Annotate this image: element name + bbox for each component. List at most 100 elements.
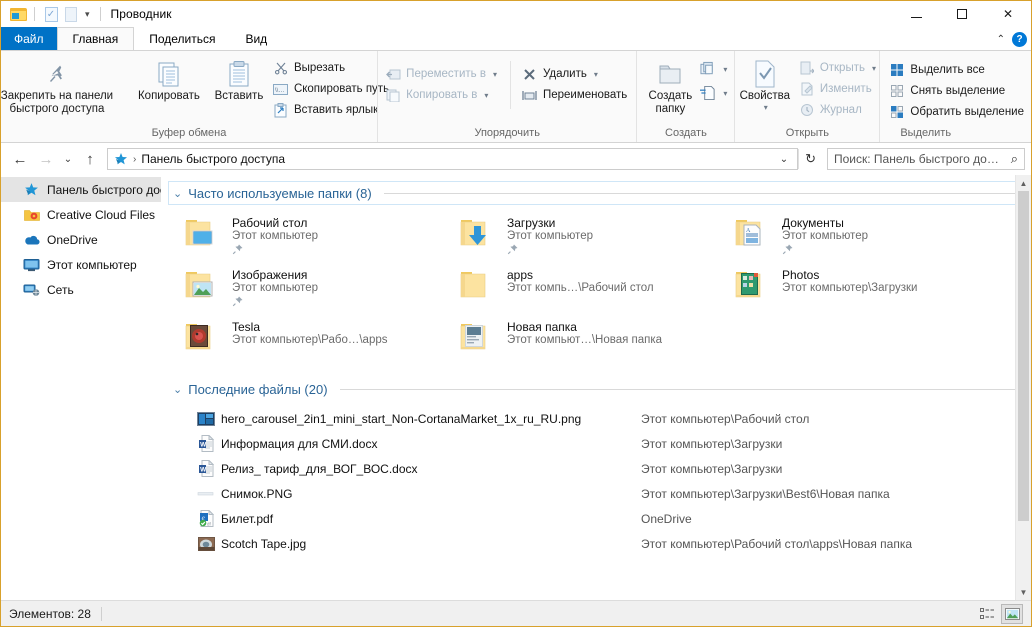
- minimize-icon[interactable]: [893, 1, 939, 27]
- open-group-label: Открыть: [786, 127, 829, 142]
- sidebar-item-this-pc[interactable]: Этот компьютер: [1, 252, 161, 277]
- details-view-button[interactable]: [976, 604, 998, 624]
- large-icons-view-button[interactable]: [1001, 604, 1023, 624]
- file-row[interactable]: Scotch Tape.jpg Этот компьютер\Рабочий с…: [191, 531, 1031, 556]
- file-path: OneDrive: [641, 512, 692, 526]
- breadcrumb[interactable]: Панель быстрого доступа: [141, 152, 285, 166]
- folder-tile[interactable]: Photos Этот компьютер\Загрузки: [729, 262, 1031, 314]
- chevron-down-icon[interactable]: ▾: [493, 70, 497, 79]
- sidebar-item-label: Этот компьютер: [47, 258, 137, 272]
- chevron-up-icon[interactable]: ⌃: [997, 34, 1005, 45]
- chevron-down-icon[interactable]: ⌄: [773, 154, 795, 165]
- folder-tile[interactable]: apps Этот компь…\Рабочий стол: [454, 262, 729, 314]
- file-row[interactable]: W Релиз_ тариф_для_ВОГ_ВОС.docx Этот ком…: [191, 456, 1031, 481]
- scroll-down-arrow-icon[interactable]: ▼: [1016, 584, 1032, 600]
- rename-button[interactable]: Переименовать: [519, 85, 632, 105]
- tab-home[interactable]: Главная: [57, 27, 135, 50]
- address-bar[interactable]: › Панель быстрого доступа ⌄: [107, 148, 798, 170]
- recent-files-header[interactable]: ⌄ Последние файлы (20): [169, 378, 1017, 400]
- chevron-down-icon[interactable]: ⌄: [173, 187, 182, 200]
- sidebar-item-network[interactable]: Сеть: [1, 277, 161, 302]
- paste-shortcut-button[interactable]: Вставить ярлык: [270, 100, 394, 120]
- tab-view[interactable]: Вид: [230, 27, 282, 50]
- folder-desktop-icon: [183, 215, 223, 249]
- paste-label: Вставить: [215, 90, 264, 103]
- invert-selection-button[interactable]: Обратить выделение: [886, 102, 1029, 122]
- copy-path-button[interactable]: \\… Скопировать путь: [270, 79, 394, 99]
- pin-label-1: Закрепить на панели: [1, 90, 113, 103]
- scrollbar-track[interactable]: [1016, 191, 1031, 584]
- file-explorer-icon[interactable]: [8, 4, 28, 24]
- png-file-icon: [191, 488, 221, 500]
- chevron-down-icon[interactable]: ▾: [484, 91, 488, 100]
- quick-access-toolbar: ✓ ▾ Проводник: [1, 4, 172, 24]
- tab-share[interactable]: Поделиться: [134, 27, 230, 50]
- search-input[interactable]: Поиск: Панель быстрого до… ⌕: [827, 148, 1025, 170]
- scroll-up-arrow-icon[interactable]: ▲: [1016, 175, 1032, 191]
- new-item-button[interactable]: ▾: [698, 84, 729, 102]
- cut-button[interactable]: Вырезать: [270, 58, 394, 78]
- copy-button[interactable]: Копировать: [130, 55, 208, 103]
- paste-button[interactable]: Вставить: [208, 55, 270, 103]
- file-row[interactable]: W Информация для СМИ.docx Этот компьютер…: [191, 431, 1031, 456]
- vertical-scrollbar[interactable]: ▲ ▼: [1015, 175, 1031, 600]
- file-row[interactable]: Снимок.PNG Этот компьютер\Загрузки\Best6…: [191, 481, 1031, 506]
- pin-label-2: быстрого доступа: [10, 103, 105, 116]
- folder-pictures-icon: [183, 267, 223, 301]
- chevron-down-icon[interactable]: ▾: [594, 70, 598, 79]
- sidebar-item-creative-cloud[interactable]: Creative Cloud Files: [1, 202, 161, 227]
- tab-file[interactable]: Файл: [1, 27, 57, 50]
- properties-button[interactable]: Свойства ▾: [734, 55, 796, 112]
- edit-button[interactable]: Изменить: [796, 79, 881, 99]
- chevron-down-icon[interactable]: ▾: [723, 89, 727, 98]
- select-none-button[interactable]: Снять выделение: [886, 81, 1029, 101]
- folder-tile[interactable]: Рабочий стол Этот компьютер: [179, 210, 454, 262]
- qat-divider-2: [100, 7, 101, 21]
- back-arrow-icon[interactable]: ←: [7, 146, 33, 172]
- search-icon[interactable]: ⌕: [1011, 151, 1018, 167]
- scrollbar-thumb[interactable]: [1018, 191, 1029, 521]
- properties-icon: [752, 58, 778, 90]
- refresh-icon[interactable]: ↻: [798, 149, 822, 169]
- chevron-down-icon[interactable]: ▾: [872, 64, 876, 73]
- chevron-down-icon[interactable]: ▾: [723, 65, 727, 74]
- file-row[interactable]: hero_carousel_2in1_mini_start_Non-Cortan…: [191, 406, 1031, 431]
- frequent-folders-header[interactable]: ⌄ Часто используемые папки (8): [169, 182, 1017, 204]
- new-folder-icon[interactable]: [61, 4, 81, 24]
- delete-button[interactable]: Удалить ▾: [519, 64, 632, 84]
- chevron-down-icon[interactable]: ⌄: [173, 383, 182, 396]
- folder-tile[interactable]: Загрузки Этот компьютер: [454, 210, 729, 262]
- chevron-down-icon[interactable]: ▾: [81, 9, 94, 20]
- history-button[interactable]: Журнал: [796, 100, 881, 120]
- file-name: Релиз_ тариф_для_ВОГ_ВОС.docx: [221, 462, 641, 476]
- maximize-icon[interactable]: [939, 1, 985, 27]
- chevron-down-icon[interactable]: ▾: [764, 103, 768, 112]
- easy-access-button[interactable]: ▾: [698, 60, 729, 78]
- folder-tile[interactable]: Изображения Этот компьютер: [179, 262, 454, 314]
- select-all-button[interactable]: Выделить все: [886, 60, 1029, 80]
- sidebar-item-quick-access[interactable]: Панель быстрого дост: [1, 177, 161, 202]
- pin-to-quick-access-button[interactable]: Закрепить на панели быстрого доступа: [0, 55, 130, 116]
- sidebar-item-onedrive[interactable]: OneDrive: [1, 227, 161, 252]
- qat-divider: [34, 7, 35, 21]
- help-icon[interactable]: ?: [1012, 32, 1027, 47]
- folder-tile[interactable]: Новая папка Этот компьют…\Новая папка: [454, 314, 729, 366]
- open-button[interactable]: Открыть ▾: [796, 58, 881, 78]
- copy-to-button[interactable]: Копировать в ▾: [382, 85, 502, 105]
- up-arrow-icon[interactable]: ↑: [77, 146, 103, 172]
- close-icon[interactable]: ✕: [985, 1, 1031, 27]
- forward-arrow-icon[interactable]: →: [33, 146, 59, 172]
- move-to-button[interactable]: Переместить в ▾: [382, 64, 502, 84]
- file-row[interactable]: e df Билет.pdf OneDrive: [191, 506, 1031, 531]
- ribbon-group-new: Создать папку ▾: [636, 51, 734, 142]
- file-name: hero_carousel_2in1_mini_start_Non-Cortan…: [221, 412, 641, 426]
- content-pane: ⌄ Часто используемые папки (8): [161, 175, 1031, 600]
- recent-locations-icon[interactable]: ⌄: [59, 146, 77, 172]
- properties-icon[interactable]: ✓: [41, 4, 61, 24]
- folder-tile[interactable]: Tesla Этот компьютер\Рабо…\apps: [179, 314, 454, 366]
- pin-icon: [782, 243, 868, 258]
- new-folder-button[interactable]: Создать папку: [642, 55, 698, 116]
- folder-tile[interactable]: A Документы Этот компьютер: [729, 210, 1031, 262]
- organize-group-label: Упорядочить: [474, 127, 539, 142]
- history-icon: [799, 102, 815, 118]
